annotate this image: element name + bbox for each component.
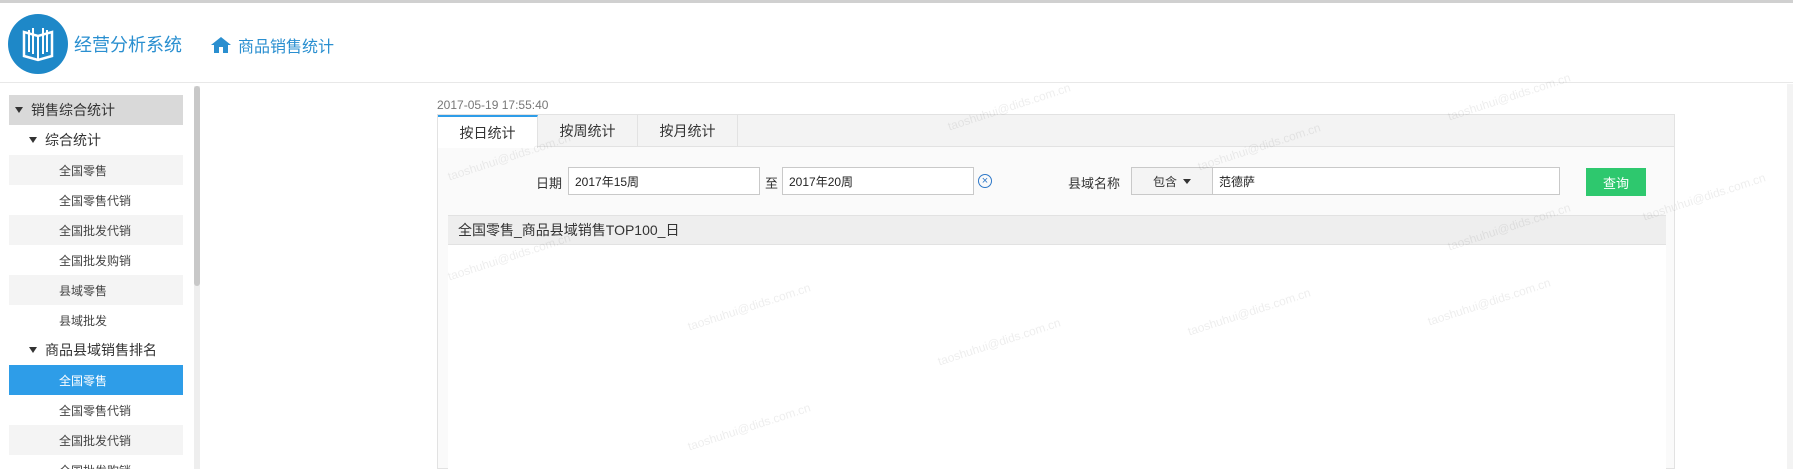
sidebar-item[interactable]: 全国批发购销 <box>9 245 183 275</box>
sidebar-item[interactable]: 全国零售代销 <box>9 185 183 215</box>
sidebar-group-summary[interactable]: 综合统计 <box>9 125 183 155</box>
date-to-input[interactable] <box>782 167 974 195</box>
home-icon <box>211 37 231 53</box>
caret-down-icon <box>15 107 23 113</box>
sidebar-group-ranking[interactable]: 商品县域销售排名 <box>9 335 183 365</box>
tab-daily[interactable]: 按日统计 <box>438 115 538 148</box>
sidebar-scrollbar-thumb[interactable] <box>194 86 200 286</box>
tab-weekly[interactable]: 按周统计 <box>538 115 638 147</box>
query-button[interactable]: 查询 <box>1586 168 1646 196</box>
header: 经营分析系统 商品销售统计 <box>0 3 1793 83</box>
date-from-input[interactable] <box>568 167 760 195</box>
caret-down-icon <box>29 347 37 353</box>
sidebar-group-sales[interactable]: 销售综合统计 <box>9 95 183 125</box>
result-title: 全国零售_商品县域销售TOP100_日 <box>448 215 1666 245</box>
caret-down-icon <box>29 137 37 143</box>
tab-bar: 按日统计 按周统计 按月统计 <box>438 115 1674 148</box>
sidebar-item[interactable]: 县域批发 <box>9 305 183 335</box>
caret-down-icon <box>1183 178 1191 184</box>
sidebar-item[interactable]: 全国零售代销 <box>9 395 183 425</box>
breadcrumb-label: 商品销售统计 <box>238 39 335 56</box>
sidebar-item[interactable]: 全国批发代销 <box>9 425 183 455</box>
sidebar-item[interactable]: 全国零售 <box>9 155 183 185</box>
to-label: 至 <box>765 176 779 191</box>
breadcrumb[interactable]: 商品销售统计 <box>210 33 334 57</box>
page-scrollbar[interactable] <box>1787 84 1793 469</box>
county-label: 县域名称 <box>1068 176 1121 191</box>
tab-monthly[interactable]: 按月统计 <box>638 115 738 147</box>
result-area <box>448 245 1666 469</box>
book-logo-icon <box>22 28 54 62</box>
sidebar-item[interactable]: 全国批发购销 <box>9 455 183 469</box>
app-title: 经营分析系统 <box>74 35 182 55</box>
clear-date-icon[interactable]: × <box>978 174 992 188</box>
sidebar-item-active[interactable]: 全国零售 <box>9 365 183 395</box>
logo <box>8 14 68 74</box>
sidebar: 销售综合统计 综合统计 全国零售 全国零售代销 全国批发代销 全国批发购销 县域… <box>0 84 196 469</box>
timestamp: 2017-05-19 17:55:40 <box>437 98 549 112</box>
date-label: 日期 <box>536 176 563 191</box>
county-input[interactable] <box>1212 167 1560 195</box>
match-mode-dropdown[interactable]: 包含 <box>1131 167 1213 195</box>
sidebar-item[interactable]: 县域零售 <box>9 275 183 305</box>
sidebar-item[interactable]: 全国批发代销 <box>9 215 183 245</box>
main-panel: 按日统计 按周统计 按月统计 日期 至 × 县域名称 包含 查询 全国零售_商品… <box>437 114 1675 469</box>
